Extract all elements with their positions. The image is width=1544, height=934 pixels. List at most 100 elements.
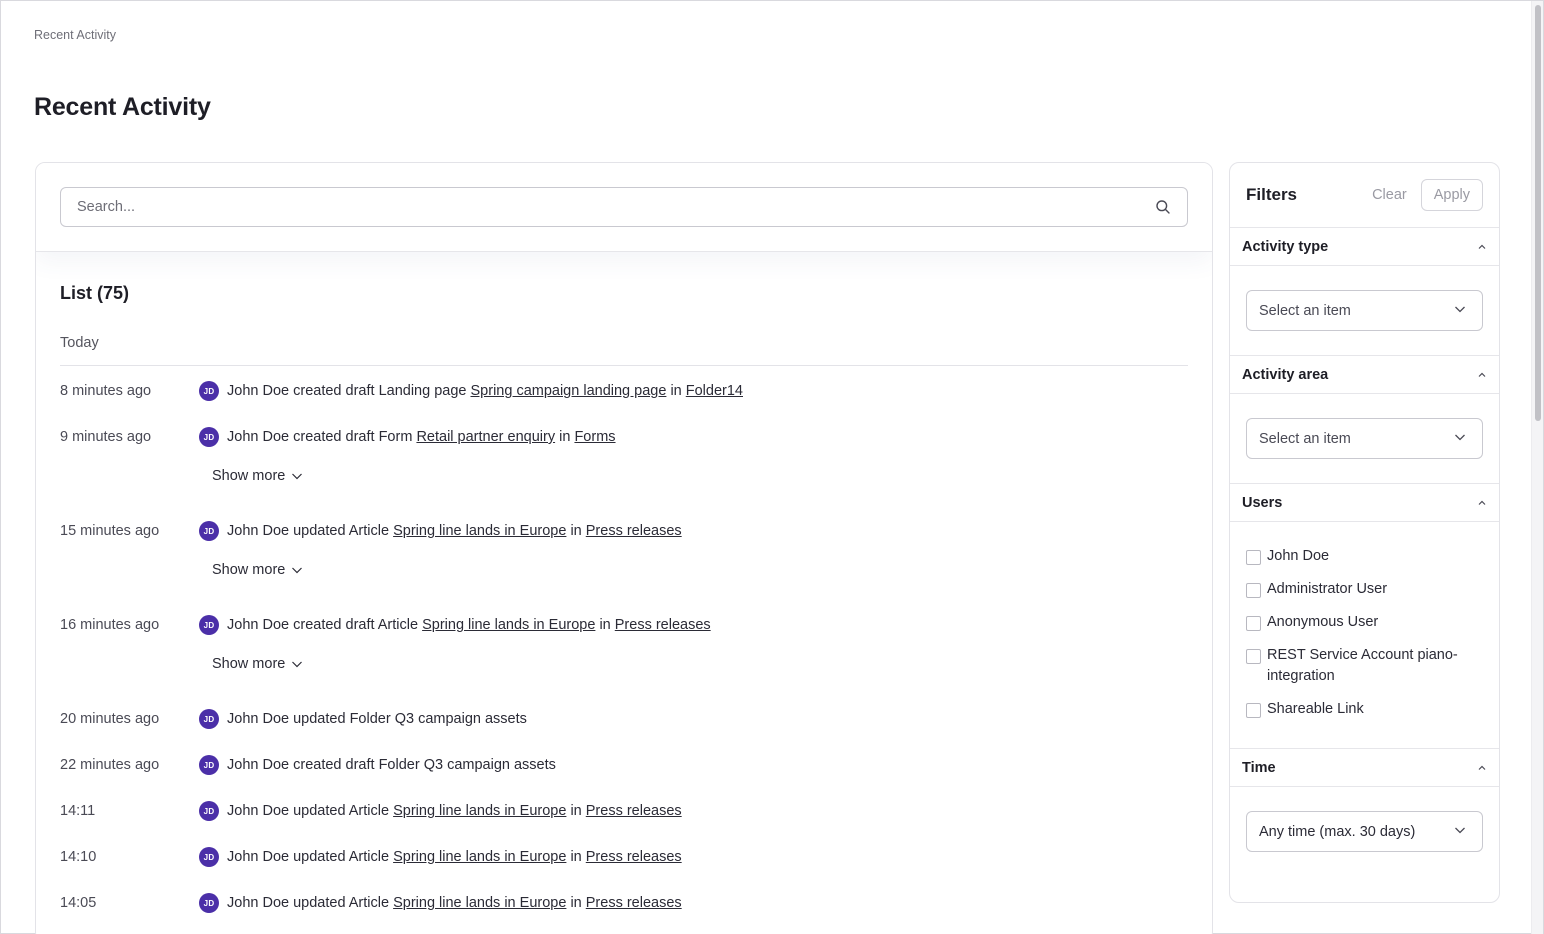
activity-action: updated: [293, 895, 346, 911]
show-more-label: Show more: [212, 468, 286, 484]
activity-item-link[interactable]: Spring campaign landing page: [471, 383, 667, 399]
activity-description: John Doe created draft Form Retail partn…: [227, 429, 616, 445]
users-header[interactable]: Users: [1230, 484, 1499, 522]
activity-location-link[interactable]: Folder14: [686, 383, 743, 399]
activity-action: updated: [293, 711, 346, 727]
show-more-button[interactable]: Show more: [212, 656, 303, 672]
activity-item-link[interactable]: Spring line lands in Europe: [393, 849, 566, 865]
checkbox[interactable]: [1246, 616, 1261, 631]
chevron-down-icon: [291, 470, 303, 482]
show-more-button[interactable]: Show more: [212, 468, 303, 484]
filters-header: Filters Clear Apply: [1230, 163, 1499, 228]
breadcrumb[interactable]: Recent Activity: [34, 28, 116, 42]
activity-row: 14:05 JD John Doe updated Article Spring l…: [60, 891, 1188, 915]
activity-time: 14:10: [60, 849, 97, 865]
activity-area-body: Select an item: [1230, 394, 1499, 484]
activity-in-text: in: [570, 523, 582, 539]
checkbox[interactable]: [1246, 550, 1261, 565]
activity-list-panel: List (75) Today 8 minutes ago JD John Doe …: [35, 162, 1213, 934]
show-more-label: Show more: [212, 562, 286, 578]
avatar: JD: [199, 801, 219, 821]
activity-user: John Doe: [227, 803, 290, 819]
activity-location-link[interactable]: Press releases: [586, 523, 682, 539]
activity-description: John Doe updated Article Spring line lan…: [227, 523, 682, 539]
activity-in-text: in: [570, 895, 582, 911]
activity-item-link[interactable]: Spring line lands in Europe: [393, 895, 566, 911]
chevron-up-icon[interactable]: [1477, 242, 1487, 252]
activity-in-text: in: [670, 383, 682, 399]
activity-description: John Doe updated Article Spring line lan…: [227, 803, 682, 819]
activity-location-link[interactable]: Press releases: [586, 849, 682, 865]
activity-content-type: Article: [348, 895, 390, 911]
activity-area-label: Activity area: [1242, 366, 1329, 383]
activity-in-text: in: [559, 429, 571, 445]
search-input[interactable]: [77, 199, 1117, 215]
activity-time: 22 minutes ago: [60, 757, 160, 773]
avatar: JD: [199, 847, 219, 867]
activity-row: 14:11 JD John Doe updated Article Spring l…: [60, 799, 1188, 823]
activity-item-name: Q3 campaign assets: [423, 757, 556, 773]
activity-time: 9 minutes ago: [60, 429, 152, 445]
activity-item-link[interactable]: Spring line lands in Europe: [393, 803, 566, 819]
user-checkbox-shareable-link[interactable]: Shareable Link: [1246, 699, 1483, 720]
activity-user: John Doe: [227, 711, 290, 727]
time-label: Time: [1242, 759, 1276, 776]
activity-row: 9 minutes ago JD John Doe created draft Fo…: [60, 425, 1188, 449]
activity-location-link[interactable]: Press releases: [586, 803, 682, 819]
chevron-down-icon: [291, 564, 303, 576]
activity-content-type: Article: [377, 617, 419, 633]
chevron-up-icon[interactable]: [1477, 370, 1487, 380]
checkbox[interactable]: [1246, 703, 1261, 718]
user-option-label: Anonymous User: [1267, 614, 1379, 630]
activity-area-value: Select an item: [1259, 430, 1351, 447]
search-icon[interactable]: [1155, 199, 1171, 215]
activity-location-link[interactable]: Press releases: [586, 895, 682, 911]
apply-button[interactable]: Apply: [1420, 179, 1483, 211]
chevron-up-icon[interactable]: [1477, 763, 1487, 773]
user-checkbox-administrator[interactable]: Administrator User: [1246, 579, 1483, 600]
chevron-up-icon[interactable]: [1477, 498, 1487, 508]
activity-item-link[interactable]: Retail partner enquiry: [416, 429, 555, 445]
activity-type-select[interactable]: Select an item: [1246, 290, 1483, 331]
time-select[interactable]: Any time (max. 30 days): [1246, 811, 1483, 852]
activity-content-type: Article: [348, 803, 390, 819]
activity-action: created draft: [293, 757, 375, 773]
user-checkbox-rest-service[interactable]: REST Service Account piano-integration: [1246, 645, 1483, 687]
chevron-down-icon: [1454, 431, 1466, 447]
user-option-label: REST Service Account piano-integration: [1267, 647, 1458, 684]
clear-button[interactable]: Clear: [1368, 181, 1411, 209]
activity-row: 16 minutes ago JD John Doe created draft A…: [60, 613, 1188, 637]
activity-user: John Doe: [227, 429, 290, 445]
activity-area-header[interactable]: Activity area: [1230, 356, 1499, 394]
time-header[interactable]: Time: [1230, 749, 1499, 787]
time-value: Any time (max. 30 days): [1259, 823, 1416, 840]
user-checkbox-john-doe[interactable]: John Doe: [1246, 546, 1483, 567]
activity-area-select[interactable]: Select an item: [1246, 418, 1483, 459]
user-option-label: Shareable Link: [1267, 701, 1364, 717]
page-scrollbar[interactable]: [1531, 1, 1543, 934]
search-area: [36, 163, 1212, 252]
activity-time: 14:05: [60, 895, 97, 911]
activity-user: John Doe: [227, 617, 290, 633]
activity-type-header[interactable]: Activity type: [1230, 228, 1499, 266]
activity-location-link[interactable]: Forms: [574, 429, 615, 445]
show-more-button[interactable]: Show more: [212, 562, 303, 578]
list-title: List (75): [60, 283, 130, 303]
user-checkbox-anonymous[interactable]: Anonymous User: [1246, 612, 1483, 633]
activity-content-type: Folder: [349, 711, 391, 727]
checkbox[interactable]: [1246, 649, 1261, 664]
activity-location-link[interactable]: Press releases: [615, 617, 711, 633]
activity-type-body: Select an item: [1230, 266, 1499, 356]
user-option-label: John Doe: [1267, 548, 1330, 564]
activity-description: John Doe updated Article Spring line lan…: [227, 895, 682, 911]
activity-in-text: in: [570, 849, 582, 865]
search-box[interactable]: [60, 187, 1188, 227]
activity-row: 15 minutes ago JD John Doe updated Article…: [60, 519, 1188, 543]
activity-item-link[interactable]: Spring line lands in Europe: [393, 523, 566, 539]
activity-user: John Doe: [227, 895, 290, 911]
checkbox[interactable]: [1246, 583, 1261, 598]
group-header-today: Today: [60, 335, 1188, 366]
scrollbar-thumb[interactable]: [1535, 5, 1541, 421]
activity-row: 14:10 JD John Doe updated Article Spring l…: [60, 845, 1188, 869]
activity-item-link[interactable]: Spring line lands in Europe: [422, 617, 595, 633]
